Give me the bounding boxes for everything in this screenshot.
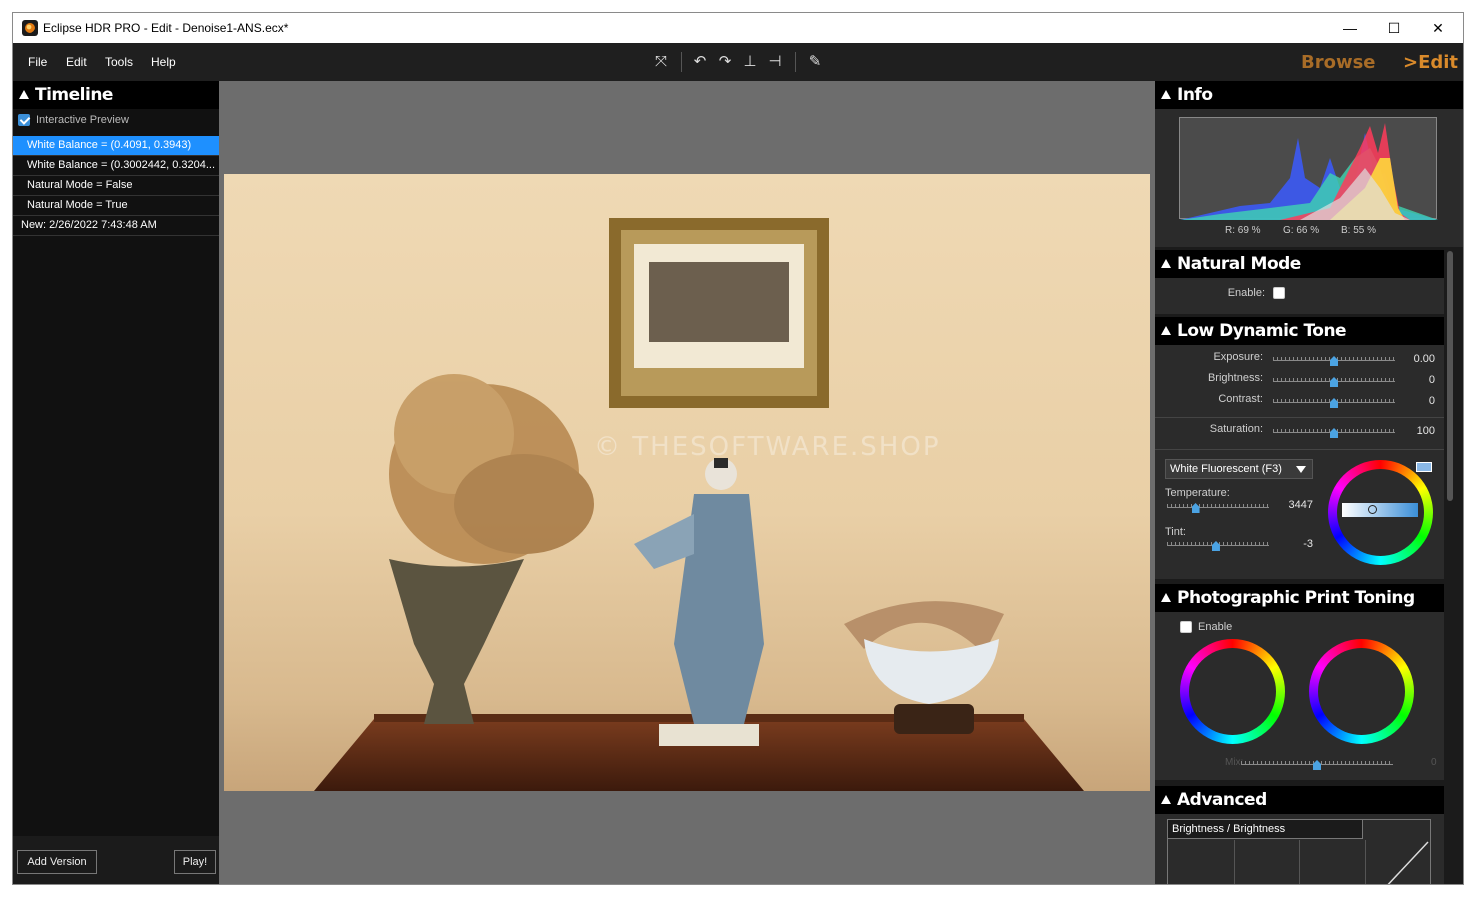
info-section: R: 69 % G: 66 % B: 55 %	[1155, 109, 1463, 247]
tint-label: Tint:	[1165, 526, 1186, 538]
rotate-left-icon[interactable]: ↶	[690, 52, 710, 72]
panel-scrollbar[interactable]	[1447, 251, 1453, 501]
curve-selector[interactable]: Brightness / Brightness	[1167, 819, 1363, 839]
natural-mode-enable-checkbox[interactable]	[1273, 287, 1285, 299]
collapse-triangle-icon	[19, 90, 29, 99]
temperature-label: Temperature:	[1165, 487, 1230, 499]
print-toning-title: Photographic Print Toning	[1177, 588, 1415, 608]
chevron-down-icon	[1296, 466, 1306, 473]
close-button[interactable]: ✕	[1415, 13, 1461, 43]
preview-area: © THESOFTWARE.SHOP	[219, 81, 1155, 884]
timeline-title: Timeline	[35, 85, 113, 105]
still-life-photo	[314, 218, 1084, 791]
brush-icon[interactable]: ✎	[805, 52, 825, 72]
watermark-text: © THESOFTWARE.SHOP	[594, 432, 941, 462]
low-dynamic-tone-header[interactable]: Low Dynamic Tone	[1155, 317, 1444, 345]
window-title: Eclipse HDR PRO - Edit - Denoise1-ANS.ec…	[43, 21, 289, 35]
white-balance-gradient-bar	[1342, 503, 1418, 517]
fit-screen-icon[interactable]: ⤧	[651, 52, 671, 72]
info-blue-readout: B: 55 %	[1341, 225, 1377, 236]
tone-slider-value[interactable]: 100	[1403, 425, 1435, 437]
collapse-triangle-icon	[1161, 593, 1171, 602]
natural-mode-header[interactable]: Natural Mode	[1155, 250, 1444, 278]
flip-vertical-icon[interactable]: ⊥	[740, 52, 760, 72]
tone-slider-label: Saturation:	[1209, 423, 1263, 435]
adjustments-panel: Info R: 69 % G: 66 % B: 55 % Natural Mod…	[1155, 81, 1463, 884]
tint-value[interactable]: -3	[1275, 538, 1313, 550]
info-green-readout: G: 66 %	[1283, 225, 1320, 236]
info-red-readout: R: 69 %	[1225, 225, 1261, 236]
print-toning-enable-label: Enable	[1198, 621, 1233, 633]
shadows-tone-wheel[interactable]	[1180, 639, 1285, 744]
interactive-preview-checkbox[interactable]	[18, 114, 30, 126]
collapse-triangle-icon	[1161, 795, 1171, 804]
white-balance-preset-select[interactable]: White Fluorescent (F3)	[1165, 459, 1313, 479]
toolbar-separator	[681, 52, 682, 72]
tone-slider-label: Brightness:	[1207, 372, 1263, 384]
preview-image[interactable]: © THESOFTWARE.SHOP	[224, 174, 1150, 791]
timeline-item[interactable]: Natural Mode = False	[13, 176, 219, 196]
title-bar: Eclipse HDR PRO - Edit - Denoise1-ANS.ec…	[13, 13, 1463, 43]
app-logo-icon	[22, 20, 38, 36]
natural-mode-section: Enable:	[1155, 278, 1444, 314]
histogram-chart	[1180, 123, 1438, 220]
edit-mode-link[interactable]: >Edit	[1403, 52, 1458, 73]
tone-slider-value[interactable]: 0	[1403, 395, 1435, 407]
print-toning-header[interactable]: Photographic Print Toning	[1155, 584, 1444, 612]
white-balance-preset-value: White Fluorescent (F3)	[1170, 463, 1282, 475]
tone-slider-value[interactable]: 0.00	[1403, 353, 1435, 365]
print-toning-section: Enable Mix: 0	[1155, 612, 1444, 780]
advanced-title: Advanced	[1177, 790, 1267, 810]
advanced-section: Brightness / Brightness	[1155, 814, 1444, 884]
timeline-item[interactable]: Natural Mode = True	[13, 196, 219, 216]
tone-slider-label: Contrast:	[1218, 393, 1263, 405]
white-balance-picker-handle[interactable]	[1368, 505, 1377, 514]
info-title: Info	[1177, 85, 1213, 105]
white-balance-swatch	[1416, 462, 1432, 472]
temperature-slider[interactable]	[1167, 500, 1269, 508]
divider	[1155, 449, 1444, 450]
divider	[1155, 417, 1444, 418]
collapse-triangle-icon	[1161, 259, 1171, 268]
timeline-item[interactable]: White Balance = (0.3002442, 0.3204...	[13, 156, 219, 176]
rotate-right-icon[interactable]: ↷	[715, 52, 735, 72]
timeline-header[interactable]: Timeline	[13, 81, 219, 109]
timeline-item[interactable]: New: 2/26/2022 7:43:48 AM	[13, 216, 219, 236]
menu-edit[interactable]: Edit	[66, 55, 87, 69]
menu-file[interactable]: File	[28, 55, 47, 69]
minimize-button[interactable]: —	[1327, 13, 1373, 43]
highlights-tone-wheel[interactable]	[1309, 639, 1414, 744]
menu-tools[interactable]: Tools	[105, 55, 133, 69]
low-dynamic-tone-title: Low Dynamic Tone	[1177, 321, 1347, 341]
mix-value: 0	[1431, 757, 1437, 768]
add-version-button[interactable]: Add Version	[17, 850, 97, 874]
info-header[interactable]: Info	[1155, 81, 1463, 109]
flip-horizontal-icon[interactable]: ⊣	[765, 52, 785, 72]
play-button[interactable]: Play!	[174, 850, 216, 874]
advanced-header[interactable]: Advanced	[1155, 786, 1444, 814]
interactive-preview-label: Interactive Preview	[36, 114, 129, 126]
curve-selector-value: Brightness / Brightness	[1172, 823, 1286, 835]
low-dynamic-tone-section: Exposure: 0.00 Brightness: 0 Contrast: 0 Satur…	[1155, 345, 1444, 579]
tone-slider-value[interactable]: 0	[1403, 374, 1435, 386]
natural-mode-enable-label: Enable:	[1227, 287, 1265, 299]
browse-mode-link[interactable]: Browse	[1301, 52, 1376, 73]
collapse-triangle-icon	[1161, 90, 1171, 99]
print-toning-enable-checkbox[interactable]	[1180, 621, 1192, 633]
toolbar-separator	[795, 52, 796, 72]
timeline-panel: Timeline Interactive Preview White Balan…	[13, 81, 219, 884]
maximize-button[interactable]: ☐	[1371, 13, 1417, 43]
tone-slider-label: Exposure:	[1213, 351, 1263, 363]
menu-bar: File Edit Tools Help ⤧ ↶ ↷ ⊥ ⊣ ✎ Browse …	[13, 43, 1463, 81]
temperature-value[interactable]: 3447	[1275, 499, 1313, 511]
histogram	[1179, 117, 1438, 220]
collapse-triangle-icon	[1161, 326, 1171, 335]
menu-help[interactable]: Help	[151, 55, 176, 69]
timeline-item[interactable]: White Balance = (0.4091, 0.3943)	[13, 136, 219, 156]
natural-mode-title: Natural Mode	[1177, 254, 1301, 274]
app-window: Eclipse HDR PRO - Edit - Denoise1-ANS.ec…	[12, 12, 1464, 885]
